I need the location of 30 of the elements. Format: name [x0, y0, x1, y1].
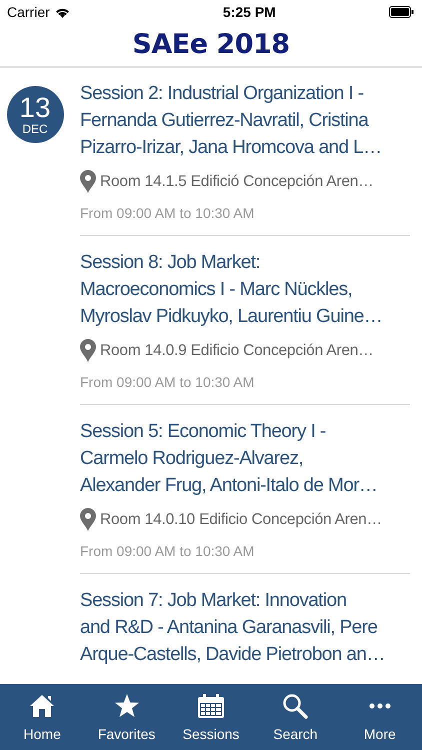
location-pin-icon [80, 339, 96, 362]
tab-bar-item[interactable]: Home [0, 684, 84, 750]
clock-time: 5:25 PM [222, 4, 276, 20]
location-pin-icon [80, 508, 96, 531]
calendar-icon [197, 693, 226, 719]
tab-bar-item[interactable]: More [338, 684, 422, 750]
date-day: 13 [19, 94, 51, 122]
session-time: From 09:00 AM to 10:30 AM [80, 543, 256, 559]
carrier-label: Carrier [7, 4, 50, 20]
app-title: SAEe 2018 [132, 28, 290, 60]
session-time: From 09:00 AM to 10:30 AM [80, 205, 256, 221]
session-title[interactable]: Session 8: Job Market: Macroeconomics I - Marc Nückles, Myroslav Pidkuyko, Laurentiu Guine… [80, 249, 410, 330]
location-pin-icon [80, 170, 96, 193]
more-icon [368, 703, 391, 709]
session-title[interactable]: Session 7: Job Market: Innovation and R&D - Antanina Garanasvili, Pere Arque-Castells, Davide Pietrobon an… [80, 587, 410, 668]
room-location: Room 14.0.10 Edificio Concepción Aren… [100, 510, 382, 528]
room-location: Room 14.1.5 Edifició Concepción Aren… [100, 172, 374, 190]
search-icon [282, 693, 308, 719]
room-location: Room 14.0.9 Edificio Concepción Aren… [100, 342, 374, 360]
home-icon [29, 693, 56, 719]
tab-bar-item[interactable]: Favorites [84, 684, 169, 750]
date-month: DEC [22, 122, 48, 136]
battery-icon [388, 6, 414, 18]
session-title[interactable]: Session 2: Industrial Organization I - Fernanda Gutierrez-Navratil, Cristina Pizarro-Irizar, Jana Hromcova and L… [80, 80, 410, 161]
wifi-icon [54, 6, 70, 18]
tab-bar-item[interactable]: Sessions [168, 684, 254, 750]
tab-bar-item[interactable]: Search [253, 684, 338, 750]
session-time: From 09:00 AM to 10:30 AM [80, 374, 256, 390]
session-title[interactable]: Session 5: Economic Theory I - Carmelo Rodriguez-Alvarez, Alexander Frug, Antoni-Italo de Mor… [80, 418, 410, 499]
star-icon [114, 693, 140, 719]
